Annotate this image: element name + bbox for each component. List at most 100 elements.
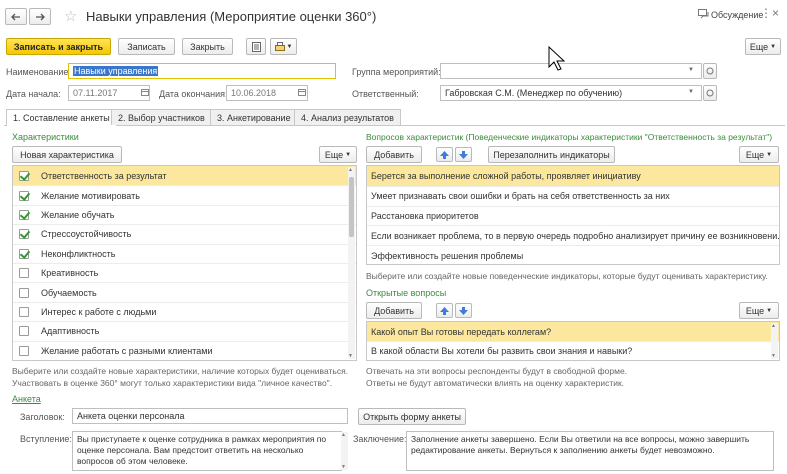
open-link-icon — [706, 67, 714, 75]
title-bar: ☆ Навыки управления (Мероприятие оценки … — [0, 0, 787, 34]
close-icon[interactable]: × — [772, 6, 779, 20]
characteristic-row[interactable]: Неконфликтность — [13, 243, 356, 263]
questions-scrollbar[interactable]: ▲ ▼ — [771, 323, 778, 359]
indicator-row[interactable]: Эффективность решения проблемы — [367, 245, 779, 264]
checkbox[interactable] — [19, 209, 29, 220]
responsible-dropdown-icon[interactable]: ▼ — [688, 89, 694, 95]
window-title: Навыки управления (Мероприятие оценки 36… — [86, 9, 377, 24]
indicator-row[interactable]: Если возникает проблема, то в первую оче… — [367, 225, 779, 245]
move-up-button[interactable] — [436, 147, 453, 162]
start-date-label: Дата начала: — [6, 89, 61, 99]
checkbox[interactable] — [19, 170, 29, 181]
tab-results-analysis[interactable]: 4. Анализ результатов — [294, 109, 401, 125]
responsible-open-button[interactable] — [703, 85, 717, 101]
questions-hint-2: Ответы не будут автоматически влиять на … — [366, 378, 625, 388]
save-button[interactable]: Записать — [118, 38, 175, 55]
characteristic-row[interactable]: Адаптивность — [13, 321, 356, 340]
favorite-star-icon[interactable]: ☆ — [64, 7, 77, 25]
calendar-icon[interactable] — [141, 88, 149, 98]
characteristics-hint-1: Выберите или создайте новые характеристи… — [12, 366, 349, 376]
characteristic-label: Желание работать с разными клиентами — [41, 345, 213, 356]
group-dropdown-icon[interactable]: ▼ — [688, 67, 694, 73]
list-report-button[interactable] — [246, 38, 266, 55]
checkbox[interactable] — [19, 326, 29, 337]
more-actions-button[interactable]: Еще ▼ — [745, 38, 781, 55]
group-open-button[interactable] — [703, 63, 717, 79]
characteristic-label: Интерес к работе с людьми — [41, 306, 157, 317]
indicator-row[interactable]: Расстановка приоритетов — [367, 205, 779, 226]
checkbox[interactable] — [19, 345, 29, 356]
refill-indicators-button[interactable]: Перезаполнить индикаторы — [488, 146, 615, 163]
checkbox[interactable] — [19, 190, 29, 201]
scroll-up-icon[interactable]: ▲ — [341, 432, 346, 438]
outro-textarea[interactable]: Заполнение анкеты завершено. Если Вы отв… — [406, 431, 774, 471]
open-questions-list[interactable]: Какой опыт Вы готовы передать коллегам? В… — [366, 321, 780, 361]
characteristic-row[interactable]: Обучаемость — [13, 282, 356, 301]
print-menu-button[interactable]: ▼ — [270, 38, 297, 55]
question-move-down-button[interactable] — [455, 303, 472, 318]
responsible-input[interactable]: Габровская С.М. (Менеджер по обучению) — [440, 85, 702, 101]
question-move-up-button[interactable] — [436, 303, 453, 318]
start-date-input[interactable]: 07.11.2017 — [68, 85, 150, 101]
characteristics-more-button[interactable]: Еще ▼ — [319, 146, 357, 163]
characteristic-row[interactable]: Интерес к работе с людьми — [13, 301, 356, 321]
window-menu-icon[interactable]: ⋮ — [760, 6, 772, 20]
scroll-down-icon[interactable]: ▼ — [348, 353, 353, 359]
checkbox[interactable] — [19, 268, 29, 279]
close-button[interactable]: Закрыть — [182, 38, 233, 55]
new-characteristic-button[interactable]: Новая характеристика — [12, 146, 122, 163]
discussion-link[interactable]: Обсуждение — [711, 10, 763, 20]
question-label: В какой области Вы хотели бы развить сво… — [371, 346, 633, 356]
scroll-down-icon[interactable]: ▼ — [771, 353, 776, 359]
questions-more-button[interactable]: Еще ▼ — [739, 302, 779, 319]
tab-participants[interactable]: 2. Выбор участников — [111, 109, 212, 125]
characteristic-row[interactable]: Желание мотивировать — [13, 185, 356, 204]
tab-survey[interactable]: 3. Анкетирование — [210, 109, 298, 125]
scroll-up-icon[interactable]: ▲ — [348, 167, 353, 173]
characteristics-title: Характеристики — [12, 132, 79, 142]
characteristic-row[interactable]: Креативность — [13, 263, 356, 282]
end-date-input[interactable]: 10.06.2018 — [226, 85, 308, 101]
scroll-thumb[interactable] — [349, 177, 354, 237]
checkbox[interactable] — [19, 306, 29, 317]
scroll-down-icon[interactable]: ▼ — [341, 464, 346, 470]
arrow-up-icon — [440, 306, 449, 315]
indicators-more-button[interactable]: Еще ▼ — [739, 146, 779, 163]
checkbox[interactable] — [19, 287, 29, 298]
group-input[interactable] — [440, 63, 702, 79]
indicator-label: Расстановка приоритетов — [371, 210, 479, 221]
questionnaire-section-link[interactable]: Анкета — [12, 394, 41, 404]
indicators-list[interactable]: Берется за выполнение сложной работы, пр… — [366, 165, 780, 265]
intro-textarea[interactable]: Вы приступаете к оценке сотрудника в рам… — [72, 431, 342, 471]
responsible-label: Ответственный: — [352, 89, 419, 99]
group-label: Группа мероприятий: — [352, 67, 441, 77]
forward-button[interactable] — [29, 8, 51, 25]
header-input[interactable]: Анкета оценки персонала — [72, 408, 348, 424]
tab-questionnaire-composition[interactable]: 1. Составление анкеты — [6, 109, 117, 126]
add-indicator-button[interactable]: Добавить — [366, 146, 422, 163]
chevron-down-icon: ▼ — [345, 151, 352, 158]
name-input[interactable]: Навыки управления — [68, 63, 336, 79]
characteristic-row[interactable]: Желание обучать — [13, 204, 356, 224]
checkbox[interactable] — [19, 248, 29, 259]
checkbox[interactable] — [19, 229, 29, 240]
move-down-button[interactable] — [455, 147, 472, 162]
characteristic-row[interactable]: Стрессоустойчивость — [13, 224, 356, 243]
document-list-icon — [251, 41, 261, 52]
characteristic-row[interactable]: Ответственность за результат — [13, 166, 356, 186]
back-button[interactable] — [5, 8, 27, 25]
intro-scrollbar[interactable]: ▲ ▼ — [341, 432, 348, 470]
add-question-button[interactable]: Добавить — [366, 302, 422, 319]
characteristics-scrollbar[interactable]: ▲ ▼ — [348, 167, 355, 359]
question-row[interactable]: Какой опыт Вы готовы передать коллегам? — [367, 322, 779, 341]
scroll-up-icon[interactable]: ▲ — [771, 323, 776, 329]
question-row[interactable]: В какой области Вы хотели бы развить сво… — [367, 341, 779, 360]
characteristic-row[interactable]: Желание работать с разными клиентами — [13, 340, 356, 360]
indicator-row[interactable]: Берется за выполнение сложной работы, пр… — [367, 166, 779, 186]
discussion-icon[interactable] — [698, 9, 709, 21]
indicator-row[interactable]: Умеет признавать свои ошибки и брать на … — [367, 185, 779, 206]
open-form-button[interactable]: Открыть форму анкеты — [358, 408, 466, 425]
characteristics-list[interactable]: Ответственность за результат Желание моти… — [12, 165, 357, 361]
save-and-close-button[interactable]: Записать и закрыть — [6, 38, 111, 55]
calendar-icon[interactable] — [298, 88, 306, 98]
